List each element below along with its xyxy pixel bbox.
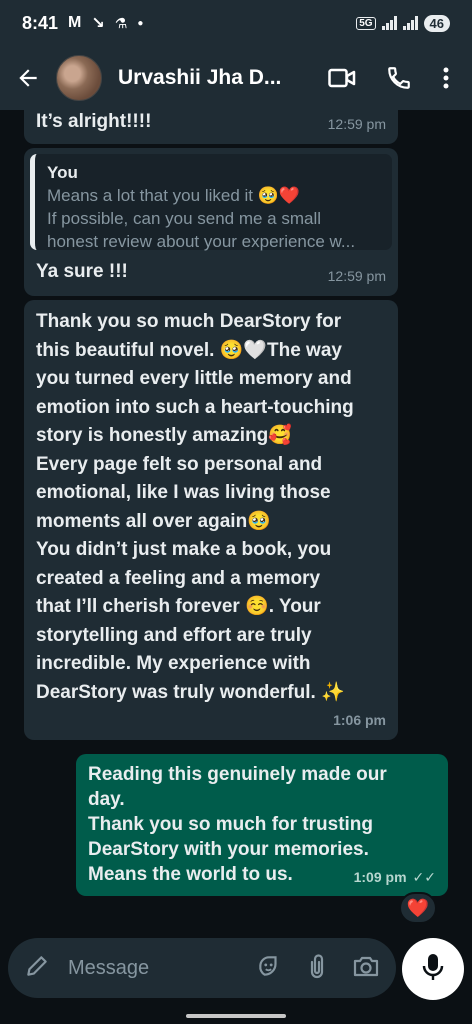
contact-name[interactable]: Urvashii Jha D... [118,66,283,90]
message-text: Ya sure !!! [36,261,128,282]
message-line: Every page felt so personal and [36,453,323,475]
sticker-icon[interactable] [256,953,282,984]
more-vertical-icon[interactable] [442,66,450,90]
outgoing-message-bubble[interactable]: Reading this genuinely made our day. Tha… [76,754,448,896]
message-line: Thank you so much DearStory for [36,311,342,332]
avatar[interactable] [56,55,102,101]
app-notification-icon: ⚗ [114,14,128,31]
microphone-icon [421,952,445,987]
message-time-text: 1:09 pm [353,869,407,885]
message-time: 1:09 pm ✓✓ [354,865,436,890]
message-line: you turned every little memory and [36,368,352,389]
read-receipt-icon: ✓✓ [412,869,436,885]
more-notifications-icon: ● [137,17,144,29]
quote-line: Means a lot that you liked it 🥹❤️ [47,186,301,205]
signal-icon-2 [402,16,418,30]
battery-level: 46 [423,14,450,32]
arrow-left-icon[interactable] [0,65,56,91]
message-time: 1:06 pm [333,711,386,728]
paperclip-icon[interactable] [306,952,328,985]
status-bar: 8:41 M ↘ ⚗ ● 5G 46 [0,0,472,46]
signal-icon [381,16,397,30]
message-line: created a feeling and a memory [36,567,321,589]
message-time: 12:59 pm [327,267,386,284]
message-line: incredible. My experience with [36,653,311,674]
message-composer: Message [8,938,396,998]
message-line: day. [88,789,125,810]
message-line: You didn’t just make a book, you [36,539,332,560]
quote-line: If possible, can you send me a small [47,209,322,228]
message-line: Reading this genuinely made our [88,764,387,785]
reaction-heart[interactable]: ❤️ [399,892,437,924]
message-bubble[interactable]: Thank you so much DearStory for this bea… [24,300,398,740]
chat-area[interactable]: It’s alright!!!! 12:59 pm You Means a lo… [0,110,472,936]
quoted-message[interactable]: You Means a lot that you liked it 🥹❤️ If… [30,154,392,251]
video-camera-icon[interactable] [328,67,356,89]
pen-icon[interactable] [24,953,50,984]
message-text: It’s alright!!!! [36,111,152,132]
message-line: that I’ll cherish forever ☺️. Your [36,596,321,617]
quote-line: honest review about your experience w... [47,232,356,251]
message-line: story is honestly amazing🥰 [36,425,292,446]
message-line: DearStory with your memories. [88,839,369,860]
gmail-icon: M [68,14,82,31]
status-time: 8:41 [22,12,59,33]
message-line: emotion into such a heart-touching [36,396,354,418]
network-label: 5G [356,16,376,30]
message-line: storytelling and effort are truly [36,624,312,646]
phone-icon[interactable] [386,65,412,91]
chat-header: Urvashii Jha D... [0,46,472,110]
message-input[interactable]: Message [68,957,256,980]
message-bubble[interactable]: You Means a lot that you liked it 🥹❤️ If… [24,148,398,296]
message-time: 12:59 pm [327,115,386,132]
quote-author: You [47,163,78,182]
message-line: this beautiful novel. 🥹🤍The way [36,339,342,361]
missed-call-icon: ↘ [91,15,105,32]
message-bubble[interactable]: It’s alright!!!! 12:59 pm [24,110,398,144]
message-line: moments all over again🥹 [36,510,271,532]
message-line: emotional, like I was living those [36,482,331,503]
message-line: DearStory was truly wonderful. ✨ [36,681,345,703]
microphone-button[interactable] [402,938,464,1000]
camera-icon[interactable] [352,954,380,983]
gesture-nav-bar[interactable] [186,1014,286,1018]
message-line: Thank you so much for trusting [88,814,374,835]
